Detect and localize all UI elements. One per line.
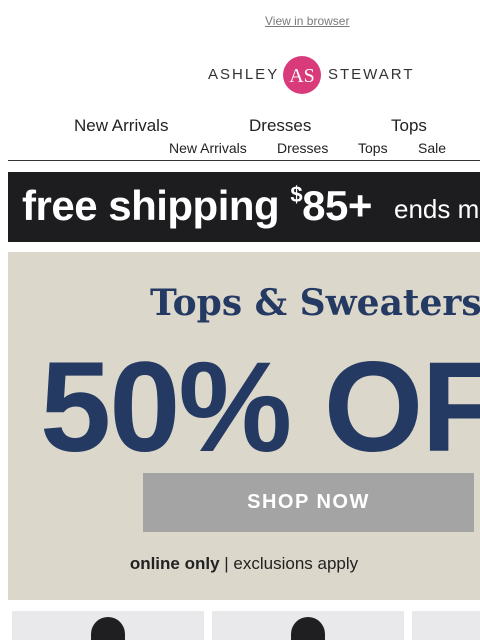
nav-divider xyxy=(8,160,480,161)
logo-monogram-text: AS xyxy=(289,65,315,87)
product-thumbnail-1[interactable] xyxy=(12,611,204,640)
product-thumbnail-3[interactable] xyxy=(412,611,480,640)
nav-tops[interactable]: Tops xyxy=(391,116,427,136)
model-photo-icon xyxy=(91,617,125,640)
logo-monogram-icon: AS xyxy=(283,56,321,94)
view-in-browser-link[interactable]: View in browser xyxy=(265,14,349,28)
promo-footnote: online only | exclusions apply xyxy=(129,554,359,573)
subnav-dresses[interactable]: Dresses xyxy=(277,140,328,156)
subnav-sale[interactable]: Sale xyxy=(418,140,446,156)
shipping-suffix: ends mo xyxy=(394,194,480,224)
promo-headline: Tops & Sweaters xyxy=(150,282,480,324)
shop-now-button[interactable]: SHOP NOW xyxy=(143,473,474,532)
promo-discount: 50% OF xyxy=(40,336,480,479)
free-shipping-banner[interactable]: free shipping $85+ ends mo xyxy=(8,172,480,242)
nav-new-arrivals[interactable]: New Arrivals xyxy=(74,116,168,136)
subnav-tops[interactable]: Tops xyxy=(358,140,388,156)
logo-text-left: ASHLEY xyxy=(208,66,280,83)
shipping-headline: free shipping $85+ xyxy=(22,182,372,229)
model-photo-icon xyxy=(291,617,325,640)
nav-dresses[interactable]: Dresses xyxy=(249,116,311,136)
logo-text-right: STEWART xyxy=(328,66,415,83)
brand-logo[interactable]: ASHLEY AS STEWART xyxy=(208,54,428,96)
subnav-new-arrivals[interactable]: New Arrivals xyxy=(169,140,247,156)
promo-banner[interactable]: Tops & Sweaters 50% OF SHOP NOW online o… xyxy=(8,252,480,600)
product-thumbnail-2[interactable] xyxy=(212,611,404,640)
